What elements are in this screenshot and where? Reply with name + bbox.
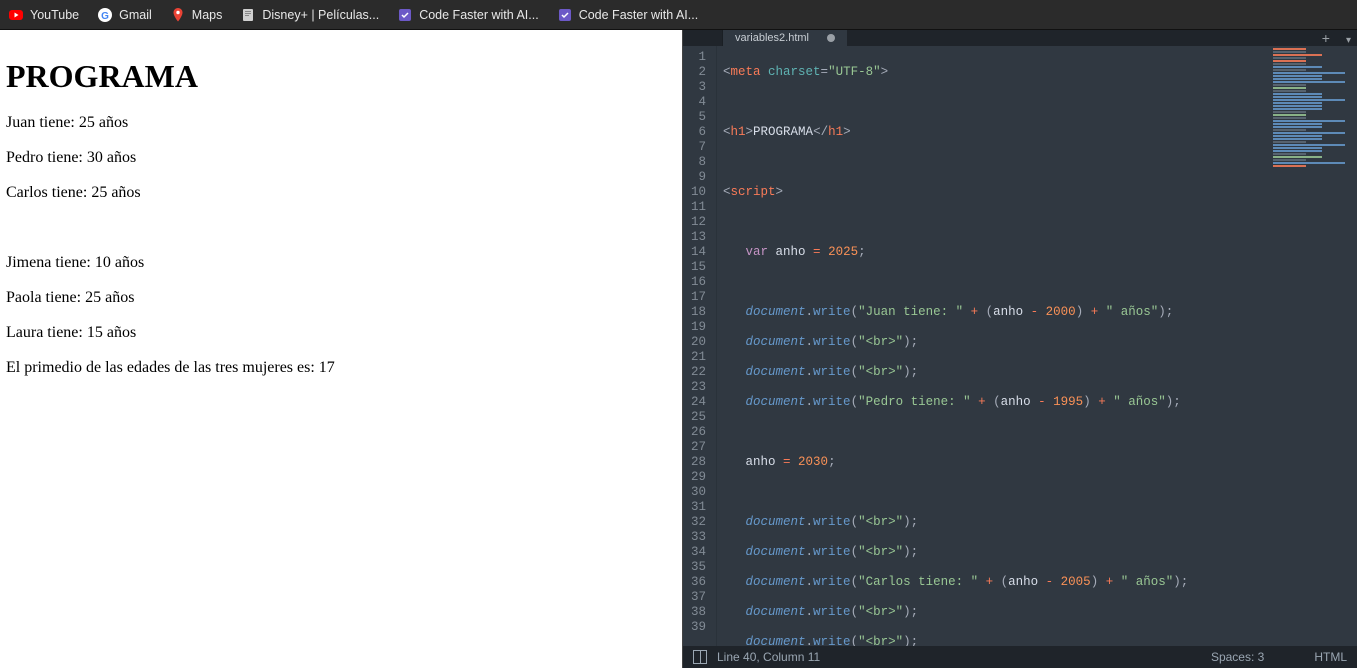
bookmark-youtube[interactable]: YouTube [8,7,79,23]
status-syntax[interactable]: HTML [1314,650,1347,664]
ai-icon [557,7,573,23]
page-heading: PROGRAMA [6,58,676,95]
bookmarks-bar: YouTube G Gmail Maps Disney+ | Películas… [0,0,1357,30]
output-line: El primedio de las edades de las tres mu… [6,358,676,377]
bookmark-label: Gmail [119,8,152,22]
output-line: Paola tiene: 25 años [6,288,676,307]
status-indent[interactable]: Spaces: 3 [1211,650,1264,664]
editor-statusbar: Line 40, Column 11 Spaces: 3 HTML [683,646,1357,668]
youtube-icon [8,7,24,23]
page-icon [240,7,256,23]
code-area[interactable]: 1234567891011121314151617181920212223242… [683,46,1357,646]
bookmark-label: Disney+ | Películas... [262,8,379,22]
bookmark-gmail[interactable]: G Gmail [97,7,152,23]
bookmark-label: Code Faster with AI... [579,8,699,22]
tab-label: variables2.html [735,32,809,44]
editor-tab-bar: variables2.html + ▾ [683,30,1357,46]
bookmark-label: Code Faster with AI... [419,8,539,22]
bookmark-label: Maps [192,8,223,22]
status-cursor-position[interactable]: Line 40, Column 11 [717,650,820,664]
tabs-dropdown-button[interactable]: ▾ [1340,35,1357,46]
panel-toggle-icon[interactable] [693,650,707,664]
bookmark-label: YouTube [30,8,79,22]
bookmark-code-faster-1[interactable]: Code Faster with AI... [397,7,539,23]
dirty-indicator-icon [827,34,835,42]
output-line: Carlos tiene: 25 años [6,183,676,202]
code-editor-pane: variables2.html + ▾ 12345678910111213141… [683,30,1357,668]
output-line: Laura tiene: 15 años [6,323,676,342]
bookmark-disney[interactable]: Disney+ | Películas... [240,7,379,23]
output-line: Pedro tiene: 30 años [6,148,676,167]
tab-spacer [683,30,723,46]
maps-pin-icon [170,7,186,23]
svg-text:G: G [101,11,109,22]
browser-render-pane[interactable]: PROGRAMA Juan tiene: 25 años Pedro tiene… [0,30,683,668]
new-tab-button[interactable]: + [1316,30,1336,46]
bookmark-code-faster-2[interactable]: Code Faster with AI... [557,7,699,23]
gmail-icon: G [97,7,113,23]
output-line: Juan tiene: 25 años [6,113,676,132]
output-line: Jimena tiene: 10 años [6,253,676,272]
bookmark-maps[interactable]: Maps [170,7,223,23]
ai-icon [397,7,413,23]
tab-variables2[interactable]: variables2.html [723,30,848,46]
line-number-gutter: 1234567891011121314151617181920212223242… [683,46,717,646]
